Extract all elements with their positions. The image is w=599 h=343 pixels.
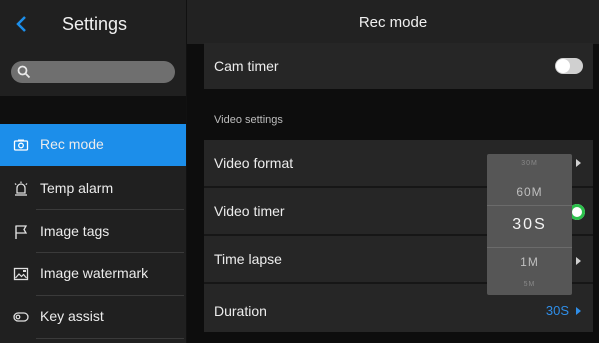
picker-option[interactable]: 30M — [487, 160, 572, 167]
toggle-knob — [556, 59, 570, 73]
sidebar-divider — [36, 209, 184, 210]
sidebar-item-label: Image watermark — [40, 265, 149, 281]
sidebar-title: Settings — [62, 14, 128, 34]
time-lapse-label: Time lapse — [214, 251, 282, 267]
picker-option[interactable]: 5M — [487, 281, 572, 288]
duration-value: 30S — [545, 303, 569, 318]
sidebar-item-temp-alarm[interactable]: Temp alarm — [0, 168, 186, 210]
camera-icon — [13, 139, 29, 151]
panel-divider — [186, 0, 187, 343]
sidebar-item-label: Image tags — [40, 223, 110, 239]
sidebar-item-key-assist[interactable]: Key assist — [0, 296, 186, 338]
cam-timer-toggle[interactable] — [555, 58, 583, 74]
sidebar-item-rec-mode[interactable]: Rec mode — [0, 124, 186, 166]
sidebar-item-label: Key assist — [40, 308, 104, 324]
cam-timer-row[interactable]: Cam timer — [204, 43, 593, 89]
picker-option[interactable]: 60M — [487, 185, 572, 199]
sidebar-item-label: Temp alarm — [40, 180, 114, 196]
duration-label: Duration — [214, 303, 267, 319]
sidebar-header: Settings — [0, 0, 186, 50]
key-assist-icon — [13, 312, 29, 322]
sidebar-item-image-watermark[interactable]: Image watermark — [0, 253, 186, 295]
settings-sidebar: Settings Rec mode Temp alarm Image tags … — [0, 0, 186, 343]
video-timer-label: Video timer — [214, 203, 285, 219]
back-arrow-icon[interactable] — [14, 12, 30, 36]
sidebar-divider — [36, 338, 184, 339]
picker-option[interactable]: 1M — [487, 255, 572, 269]
page-title: Rec mode — [358, 14, 428, 31]
picker-highlight-line — [487, 205, 572, 206]
content-header: Rec mode — [187, 0, 599, 44]
search-icon — [17, 65, 31, 79]
picker-highlight-line — [487, 247, 572, 248]
search-input[interactable] — [11, 61, 175, 83]
sidebar-spacer — [0, 96, 186, 124]
duration-picker[interactable]: 30M 60M 30S 1M 5M — [487, 154, 572, 295]
picker-option-selected[interactable]: 30S — [487, 216, 572, 234]
watermark-icon — [13, 267, 29, 281]
sidebar-item-image-tags[interactable]: Image tags — [0, 211, 186, 253]
sidebar-item-label: Rec mode — [40, 136, 104, 152]
video-format-label: Video format — [214, 155, 294, 171]
chevron-right-icon — [576, 159, 581, 167]
alarm-icon — [14, 181, 28, 196]
cam-timer-label: Cam timer — [214, 58, 279, 74]
flag-icon — [15, 225, 28, 239]
chevron-right-icon — [576, 307, 581, 315]
chevron-right-icon — [576, 257, 581, 265]
section-title-video-settings: Video settings — [214, 114, 283, 126]
